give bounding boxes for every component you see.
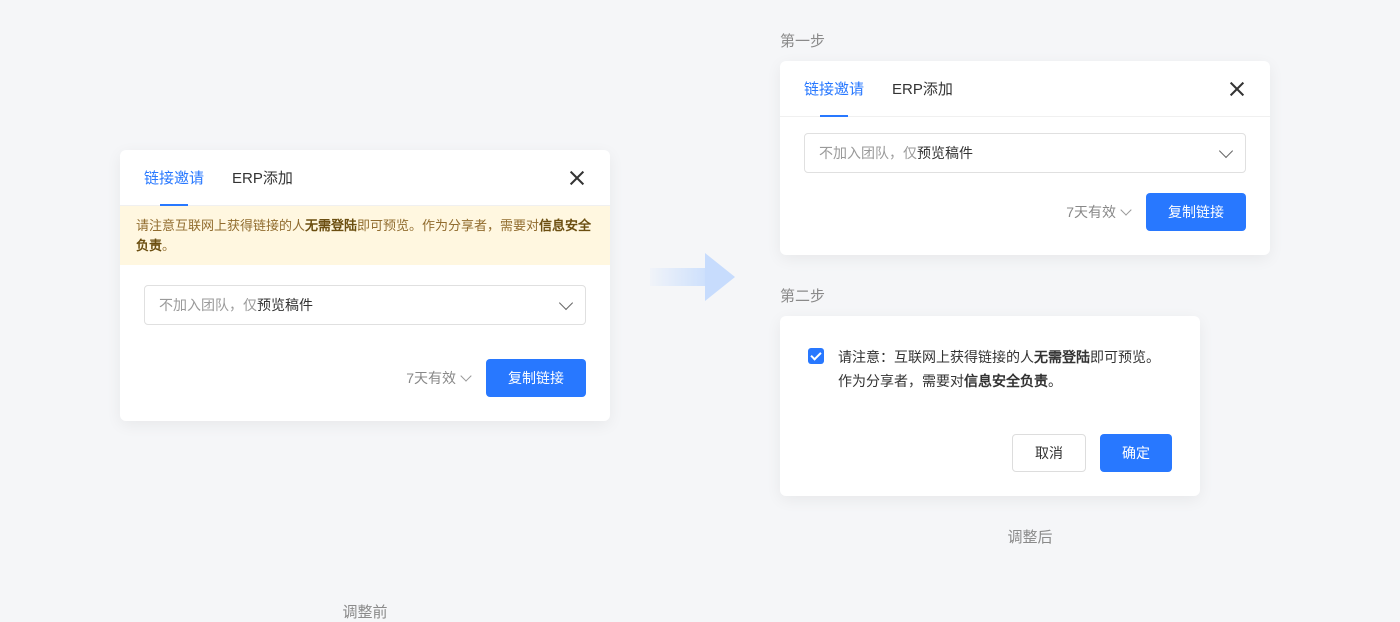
expire-label: 7天有效 [406, 368, 456, 388]
copy-link-button[interactable]: 复制链接 [1146, 193, 1246, 231]
expire-select[interactable]: 7天有效 [406, 368, 470, 388]
expire-label: 7天有效 [1066, 202, 1116, 222]
warning-text-3: 。 [162, 238, 175, 253]
chevron-down-icon [1219, 144, 1233, 158]
close-icon[interactable] [1228, 80, 1246, 98]
tab-link-invite[interactable]: 链接邀请 [144, 150, 204, 206]
arrow-icon [650, 250, 740, 300]
confirm-p4: 。 [1048, 373, 1062, 389]
dialog-header: 链接邀请 ERP添加 [120, 150, 610, 206]
confirm-p2: 即可预览。 [1090, 349, 1160, 365]
confirm-b1: 无需登陆 [1034, 349, 1090, 365]
caption-after: 调整后 [780, 526, 1280, 547]
confirm-dialog: 请注意：互联网上获得链接的人无需登陆即可预览。 作为分享者，需要对信息安全负责。… [780, 316, 1200, 496]
warning-text-2: 即可预览。作为分享者，需要对 [357, 218, 539, 233]
share-dialog-before: 链接邀请 ERP添加 请注意互联网上获得链接的人无需登陆即可预览。作为分享者，需… [120, 150, 610, 421]
warning-banner: 请注意互联网上获得链接的人无需登陆即可预览。作为分享者，需要对信息安全负责。 [120, 206, 610, 265]
warning-text-1: 请注意互联网上获得链接的人 [136, 218, 305, 233]
select-bold: 预览稿件 [257, 295, 313, 315]
expire-select[interactable]: 7天有效 [1066, 202, 1130, 222]
ok-button[interactable]: 确定 [1100, 434, 1172, 472]
tab-link-invite[interactable]: 链接邀请 [804, 61, 864, 117]
confirm-checkbox[interactable] [808, 348, 824, 364]
confirm-p1: 请注意：互联网上获得链接的人 [838, 349, 1034, 365]
chevron-down-icon [559, 296, 573, 310]
warning-bold-1: 无需登陆 [305, 218, 357, 233]
step1-label: 第一步 [780, 30, 1280, 51]
share-dialog-after-step1: 链接邀请 ERP添加 不加入团队，仅预览稿件 7天有效 复制链接 [780, 61, 1270, 255]
select-prefix: 不加入团队，仅 [159, 295, 257, 315]
permission-select[interactable]: 不加入团队，仅预览稿件 [804, 133, 1246, 173]
permission-select[interactable]: 不加入团队，仅预览稿件 [144, 285, 586, 325]
confirm-b2: 信息安全负责 [964, 373, 1048, 389]
chevron-down-icon [1120, 204, 1131, 215]
tab-erp-add[interactable]: ERP添加 [232, 150, 293, 206]
step2-label: 第二步 [780, 285, 1280, 306]
select-bold: 预览稿件 [917, 143, 973, 163]
copy-link-button[interactable]: 复制链接 [486, 359, 586, 397]
confirm-p3: 作为分享者，需要对 [838, 373, 964, 389]
confirm-text: 请注意：互联网上获得链接的人无需登陆即可预览。 作为分享者，需要对信息安全负责。 [838, 346, 1160, 394]
cancel-button[interactable]: 取消 [1012, 434, 1086, 472]
tab-erp-add[interactable]: ERP添加 [892, 61, 953, 117]
select-prefix: 不加入团队，仅 [819, 143, 917, 163]
chevron-down-icon [460, 370, 471, 381]
close-icon[interactable] [568, 169, 586, 187]
dialog-header: 链接邀请 ERP添加 [780, 61, 1270, 117]
